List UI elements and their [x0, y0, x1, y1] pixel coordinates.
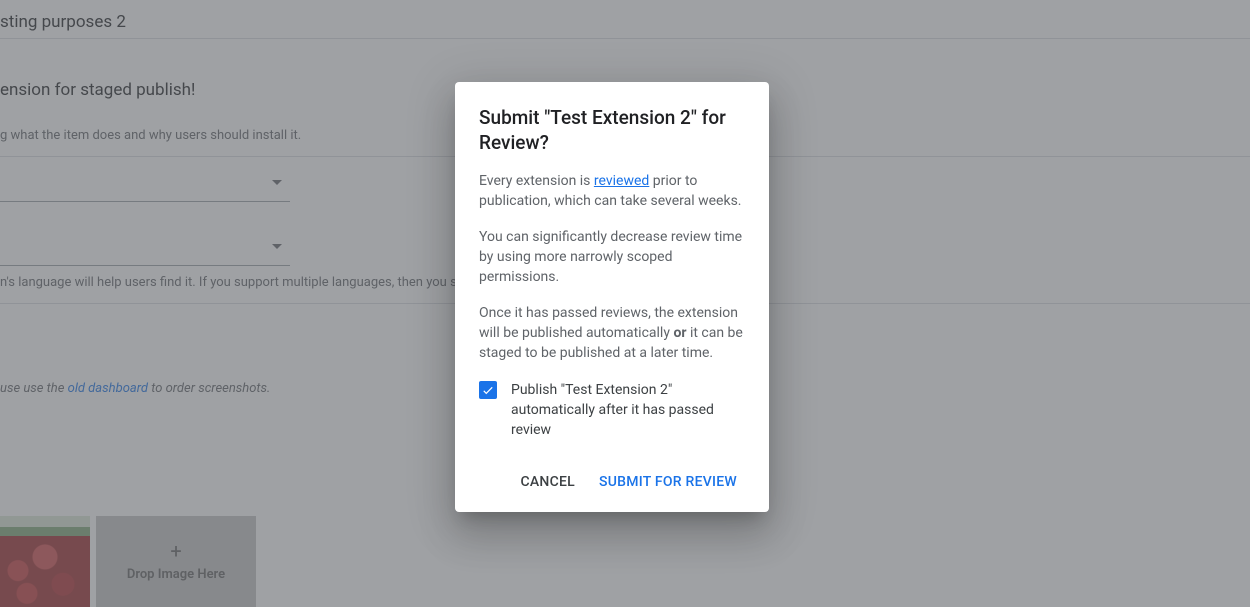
dialog-actions: Cancel Submit for Review: [479, 464, 745, 500]
dialog-title: Submit "Test Extension 2" for Review?: [479, 106, 745, 155]
dialog-paragraph-1: Every extension is reviewed prior to pub…: [479, 171, 745, 211]
dialog-paragraph-3: Once it has passed reviews, the extensio…: [479, 303, 745, 363]
submit-for-review-button[interactable]: Submit for Review: [591, 464, 745, 500]
cancel-button[interactable]: Cancel: [513, 464, 583, 500]
auto-publish-checkbox[interactable]: [479, 381, 497, 399]
dialog-paragraph-2: You can significantly decrease review ti…: [479, 227, 745, 287]
check-icon: [481, 383, 495, 397]
auto-publish-label: Publish "Test Extension 2" automatically…: [511, 380, 745, 440]
reviewed-link[interactable]: reviewed: [594, 173, 649, 189]
submit-review-dialog: Submit "Test Extension 2" for Review? Ev…: [455, 82, 769, 512]
auto-publish-row: Publish "Test Extension 2" automatically…: [479, 380, 745, 440]
p1-prefix: Every extension is: [479, 173, 594, 189]
p3-bold: or: [673, 325, 686, 341]
